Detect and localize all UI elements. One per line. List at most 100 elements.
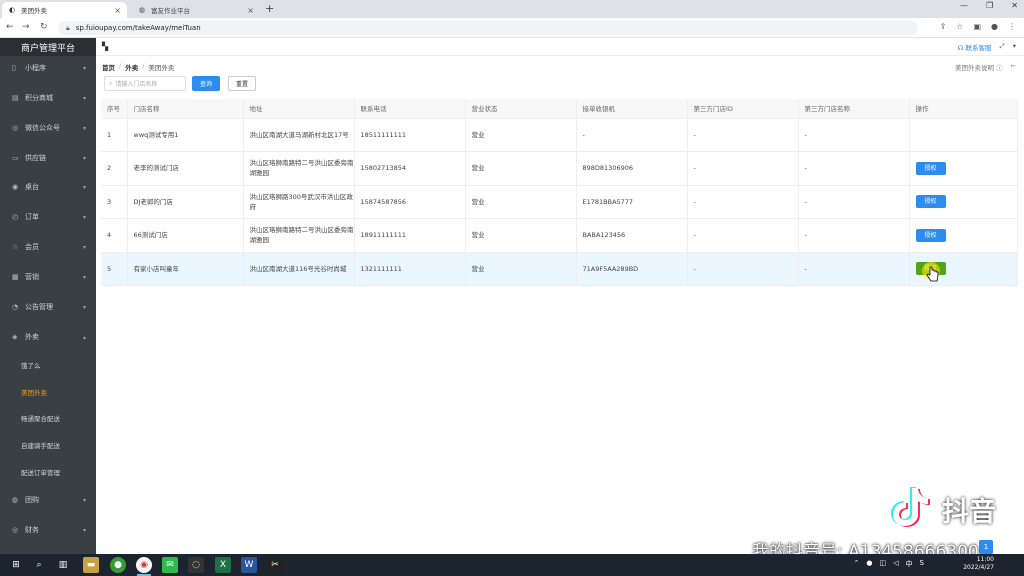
- new-tab-button[interactable]: +: [265, 2, 274, 15]
- sidebar-subitem-eleme[interactable]: 饿了么: [0, 355, 96, 375]
- word-icon[interactable]: W: [241, 557, 257, 573]
- cell-store-name: 有家小店叫童年: [127, 252, 244, 286]
- help-link[interactable]: 美团外卖说明 ⓘ: [955, 62, 1003, 72]
- tray-app-icon[interactable]: ●: [866, 559, 872, 569]
- page-number-button[interactable]: 1: [979, 540, 993, 554]
- volume-icon[interactable]: ◁: [893, 559, 898, 569]
- sidebar-item-takeaway[interactable]: ◈ 外卖 ▴: [0, 326, 96, 348]
- store-search-input[interactable]: ⌕ 请输入门店名称: [104, 76, 186, 91]
- table-row: 4 66测试门店 洪山区珞狮南路特二号洪山区委旁南湖雅园 18911111111…: [101, 218, 1018, 253]
- cell-status: 营业: [465, 218, 577, 253]
- excel-icon[interactable]: X: [215, 557, 231, 573]
- cell-pos: 898D81306906: [576, 151, 688, 186]
- profile-icon[interactable]: ●: [991, 22, 998, 31]
- restore-icon[interactable]: ❐: [986, 1, 993, 10]
- globe-icon: ◍: [138, 6, 146, 14]
- cell-third-id: -: [687, 118, 799, 152]
- col-header-pos: 接单收银机: [576, 99, 688, 119]
- bookmark-star-icon[interactable]: ☆: [956, 22, 963, 31]
- sidebar-item-orders[interactable]: ◴ 订单 ▾: [0, 206, 96, 228]
- tab-meituan[interactable]: ◐ 美团外卖 ×: [2, 2, 127, 18]
- star-icon: ☆: [12, 243, 19, 251]
- cell-no: 1: [101, 118, 128, 152]
- wechat-icon[interactable]: ✉: [162, 557, 178, 573]
- meituan-favicon-icon: ◐: [8, 6, 16, 14]
- sidebar-item-finance[interactable]: ◎ 财务 ▾: [0, 519, 96, 541]
- back-arrow-icon[interactable]: ←: [1011, 62, 1016, 72]
- clock-time: 11:00: [976, 556, 994, 563]
- chevron-down-icon: ▾: [82, 183, 86, 191]
- sidebar-item-label: 供应链: [25, 154, 46, 162]
- windows-start-icon[interactable]: ⊞: [8, 557, 24, 573]
- back-icon[interactable]: ←: [6, 22, 14, 32]
- chevron-down-icon: ▾: [82, 243, 86, 251]
- cell-no: 4: [101, 218, 128, 253]
- cell-phone: 1321111111: [354, 252, 466, 286]
- help-area: 美团外卖说明 ⓘ ←: [955, 62, 1016, 72]
- app-dark-icon[interactable]: ◌: [188, 557, 204, 573]
- task-view-icon[interactable]: ▥: [55, 557, 71, 573]
- sidebar-subitem-own-rider[interactable]: 自建骑手配送: [0, 435, 96, 455]
- douyin-watermark-name: 抖音: [942, 497, 996, 528]
- search-icon[interactable]: ⌕: [31, 557, 47, 573]
- sidebar-item-label: 微信公众号: [25, 124, 60, 132]
- finance-icon: ◎: [12, 526, 19, 534]
- tab-fuyou[interactable]: ◍ 富友作业平台 ×: [132, 2, 260, 18]
- app-green-icon[interactable]: ●: [110, 557, 126, 573]
- cell-address: 洪山区珞狮南路特二号洪山区委旁南湖雅园: [243, 151, 355, 186]
- sidebar-subitem-delivery-orders[interactable]: 配送订单管理: [0, 462, 96, 482]
- sidebar-subitem-aggregate-delivery[interactable]: 畅通聚合配送: [0, 408, 96, 428]
- taskbar-clock[interactable]: 11:00 2022/4/27: [963, 556, 994, 572]
- sidebar-item-marketing[interactable]: ▦ 营销 ▾: [0, 266, 96, 288]
- forward-icon[interactable]: →: [22, 22, 30, 32]
- user-menu-icon[interactable]: ▾: [1013, 42, 1016, 52]
- cell-pos: BABA123456: [576, 218, 688, 253]
- hand-cursor-icon: [926, 266, 939, 282]
- chrome-icon[interactable]: ◉: [136, 557, 152, 573]
- sidebar-item-members[interactable]: ☆ 会员 ▾: [0, 236, 96, 258]
- breadcrumb-parent[interactable]: 外卖: [125, 62, 138, 72]
- cell-actions: [909, 118, 1018, 152]
- sidebar-item-groupbuy[interactable]: ◍ 团购 ▾: [0, 489, 96, 511]
- capcut-icon[interactable]: ✂: [267, 557, 283, 573]
- fullscreen-icon[interactable]: ⤢: [1000, 42, 1005, 52]
- reset-button[interactable]: 重置: [228, 76, 256, 91]
- authorize-button[interactable]: 授权: [915, 195, 946, 209]
- network-icon[interactable]: ◫: [880, 559, 887, 569]
- sidebar-item-tables[interactable]: ◉ 桌台 ▾: [0, 176, 96, 198]
- minimize-icon[interactable]: —: [960, 1, 968, 10]
- sidebar-item-wechat[interactable]: ◎ 微信公众号 ▾: [0, 117, 96, 139]
- tray-up-arrow-icon[interactable]: ⌃: [854, 559, 860, 569]
- col-header-third-name: 第三方门店名称: [798, 99, 910, 119]
- reload-icon[interactable]: ↻: [40, 22, 48, 32]
- query-button[interactable]: 查询: [192, 76, 220, 91]
- share-icon[interactable]: ⇪: [940, 22, 947, 31]
- sidebar-item-supply-chain[interactable]: ▭ 供应链 ▾: [0, 147, 96, 169]
- ime-indicator[interactable]: 中: [906, 559, 913, 569]
- breadcrumb-home[interactable]: 首页: [102, 62, 115, 72]
- breadcrumb: 首页 / 外卖 / 美团外卖: [102, 62, 174, 72]
- takeaway-icon: ◈: [12, 333, 18, 341]
- close-tab-icon[interactable]: ×: [247, 6, 254, 15]
- group-icon: ◍: [12, 496, 19, 504]
- cell-third-name: -: [798, 118, 910, 152]
- sidebar-subitem-meituan[interactable]: 美团外卖: [0, 382, 96, 402]
- sogou-icon[interactable]: S: [920, 559, 924, 569]
- contact-service-link[interactable]: ☊ 联系客服: [958, 42, 992, 52]
- grid-menu-icon[interactable]: ▚: [102, 42, 108, 51]
- close-tab-icon[interactable]: ×: [114, 6, 121, 15]
- cell-status: 营业: [465, 118, 577, 152]
- sidebar-item-notices[interactable]: ◔ 公告管理 ▾: [0, 296, 96, 318]
- close-window-icon[interactable]: ✕: [1011, 1, 1018, 10]
- authorize-button[interactable]: 授权: [915, 228, 946, 242]
- chevron-down-icon: ▾: [82, 154, 86, 162]
- authorize-button[interactable]: 授权: [915, 161, 946, 175]
- sidepanel-icon[interactable]: ▣: [973, 22, 981, 31]
- sidebar-item-points-mall[interactable]: ▤ 积分商城 ▾: [0, 87, 96, 109]
- sidebar-item-miniprogram[interactable]: ▯ 小程序 ▾: [0, 57, 96, 79]
- file-explorer-icon[interactable]: ▬: [83, 557, 99, 573]
- url-field[interactable]: 🔒︎ sp.fuioupay.com/takeAway/meiTuan: [58, 21, 918, 35]
- menu-kebab-icon[interactable]: ⋮: [1008, 22, 1016, 31]
- toolbar-icons: ⇪ ☆ ▣ ● ⋮: [940, 22, 1016, 31]
- breadcrumb-separator: /: [119, 62, 122, 70]
